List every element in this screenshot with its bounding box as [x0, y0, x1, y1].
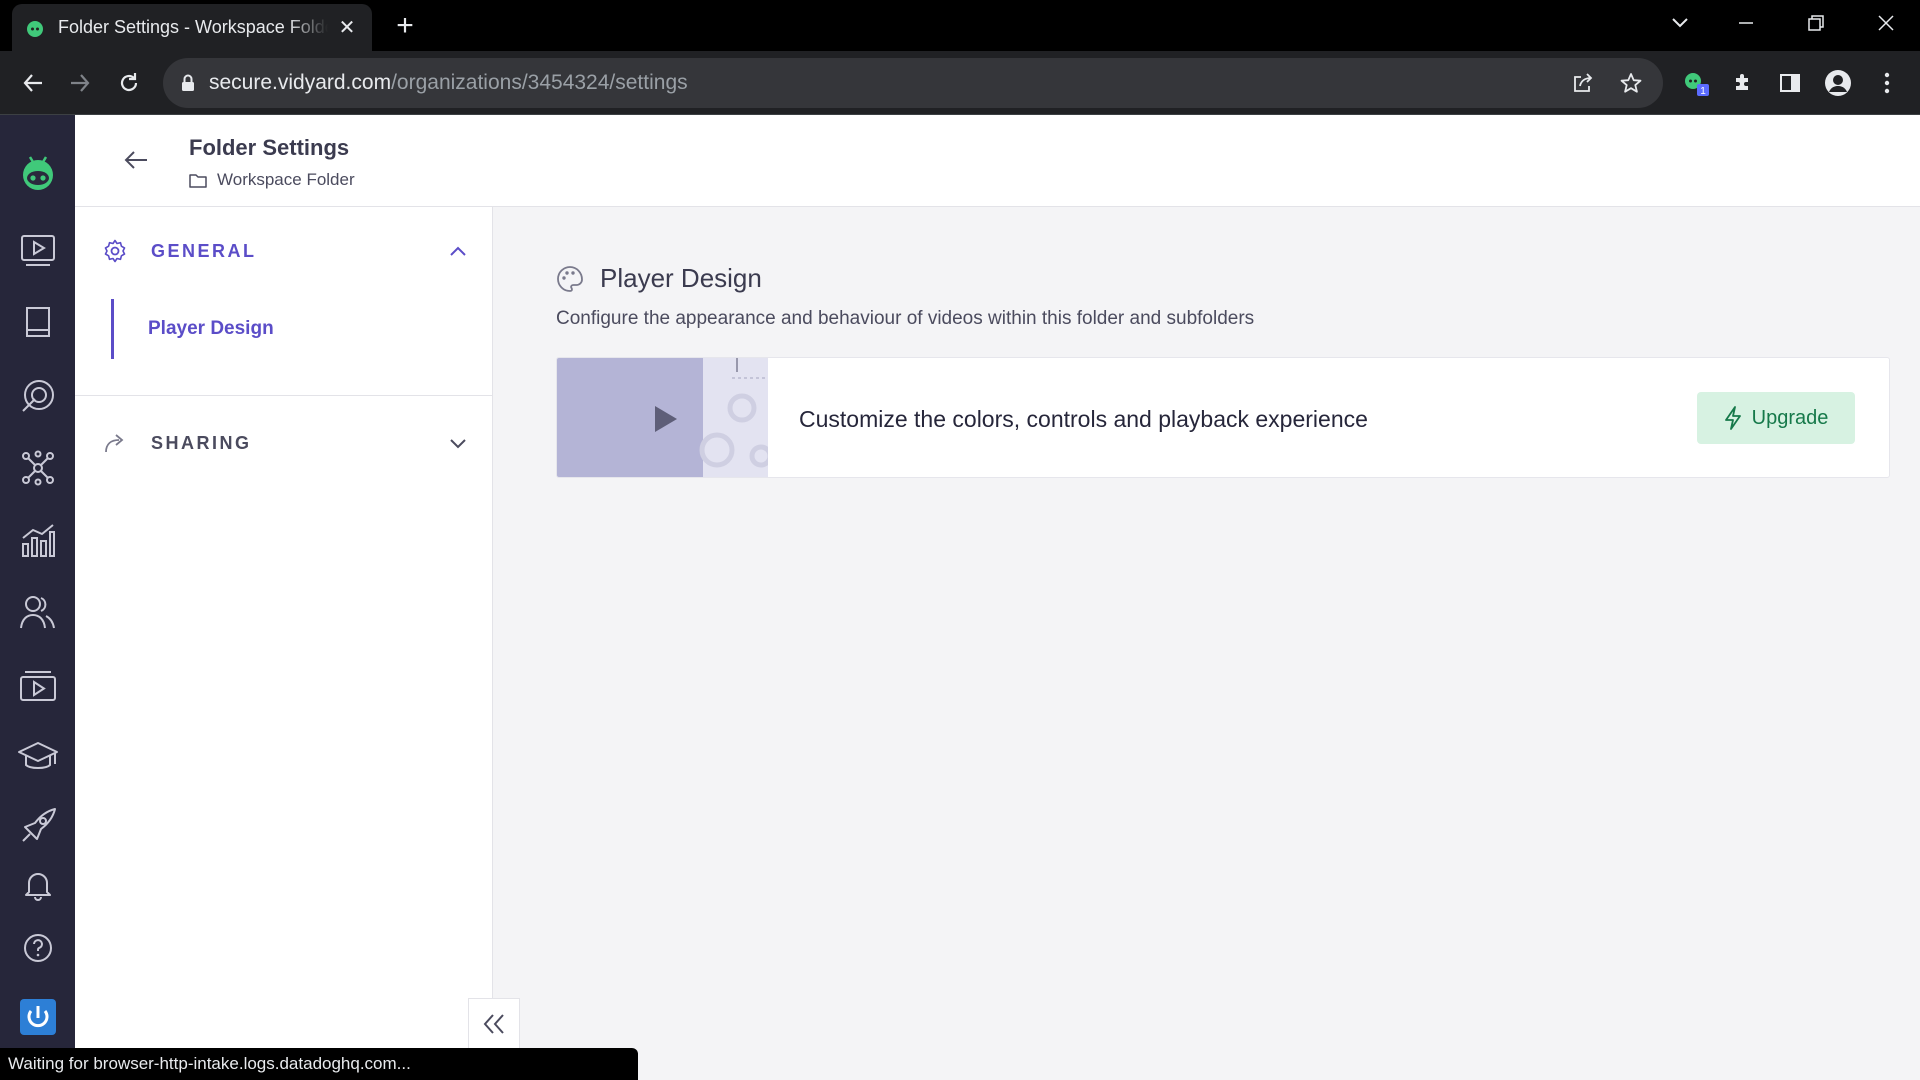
browser-toolbar: secure.vidyard.com/organizations/3454324…	[0, 51, 1920, 115]
forward-icon[interactable]	[62, 65, 98, 101]
extension-badge: 1	[1700, 86, 1706, 97]
vidyard-extension-icon[interactable]: 1	[1678, 65, 1714, 101]
page-header: Folder Settings Workspace Folder	[75, 115, 1920, 207]
general-section-label: GENERAL	[151, 240, 257, 261]
bookmark-star-icon[interactable]	[1614, 66, 1648, 100]
section-description: Configure the appearance and behaviour o…	[556, 308, 1255, 329]
address-bar[interactable]: secure.vidyard.com/organizations/3454324…	[163, 58, 1663, 108]
player-design-upsell-card: Customize the colors, controls and playb…	[556, 357, 1890, 478]
integrations-icon[interactable]	[0, 443, 75, 493]
extensions-puzzle-icon[interactable]	[1725, 65, 1761, 101]
settings-nav: GENERAL Player Design SHARING	[75, 207, 493, 1080]
share-icon[interactable]	[1566, 66, 1600, 100]
vidyard-logo-icon[interactable]	[0, 144, 75, 200]
breadcrumb-folder-name: Workspace Folder	[217, 170, 355, 189]
help-icon[interactable]	[0, 923, 75, 973]
share-arrow-icon	[103, 432, 127, 454]
url-host: secure.vidyard.com	[209, 71, 392, 94]
learn-icon[interactable]	[0, 732, 75, 782]
chevron-up-icon[interactable]	[449, 245, 467, 257]
close-window-icon[interactable]	[1868, 8, 1904, 38]
browser-status-bar: Waiting for browser-http-intake.logs.dat…	[0, 1048, 638, 1080]
vidyard-favicon-icon	[27, 20, 43, 37]
lightning-bolt-icon	[1724, 406, 1741, 430]
upgrade-button-label: Upgrade	[1751, 406, 1829, 429]
general-section-header[interactable]: GENERAL	[75, 226, 493, 276]
restore-window-icon[interactable]	[1798, 8, 1834, 38]
account-power-icon[interactable]	[0, 992, 75, 1042]
notifications-icon[interactable]	[0, 860, 75, 910]
tab-title: Folder Settings - Workspace Folder	[58, 17, 328, 37]
app-nav-rail	[0, 115, 75, 1080]
channels-icon[interactable]	[0, 661, 75, 711]
palette-icon	[556, 265, 584, 293]
videos-icon[interactable]	[0, 226, 75, 276]
url-path: /organizations/3454324/settings	[391, 71, 688, 94]
lock-icon[interactable]	[181, 74, 195, 92]
contacts-icon[interactable]	[0, 587, 75, 637]
new-tab-button[interactable]: +	[390, 11, 420, 42]
chevron-down-icon[interactable]	[449, 437, 467, 449]
profile-avatar-icon[interactable]	[1820, 65, 1856, 101]
upgrade-button[interactable]: Upgrade	[1697, 392, 1855, 444]
sharing-section-header[interactable]: SHARING	[75, 418, 493, 468]
side-panel-icon[interactable]	[1772, 65, 1808, 101]
main-content: Player Design Configure the appearance a…	[494, 207, 1920, 1080]
sharing-section-label: SHARING	[151, 432, 252, 453]
insights-icon[interactable]	[0, 371, 75, 421]
browser-menu-icon[interactable]	[1869, 65, 1905, 101]
nav-item-player-design[interactable]: Player Design	[111, 299, 274, 359]
gear-icon	[103, 239, 127, 263]
page-title: Folder Settings	[189, 135, 350, 160]
back-icon[interactable]	[15, 65, 51, 101]
tab-search-icon[interactable]	[1662, 8, 1698, 38]
analytics-icon[interactable]	[0, 515, 75, 565]
back-arrow-icon[interactable]	[121, 145, 151, 175]
minimize-window-icon[interactable]	[1728, 8, 1764, 38]
section-title-text: Player Design	[600, 263, 762, 293]
browser-tab-strip: Folder Settings - Workspace Folder ✕ +	[0, 0, 1920, 51]
player-preview-thumbnail	[557, 358, 768, 477]
launch-icon[interactable]	[0, 801, 75, 851]
reload-icon[interactable]	[111, 65, 147, 101]
nav-divider	[75, 395, 493, 396]
upsell-text: Customize the colors, controls and playb…	[799, 406, 1368, 432]
folder-icon	[189, 173, 207, 188]
section-title: Player Design	[556, 263, 762, 294]
breadcrumb[interactable]: Workspace Folder	[189, 170, 355, 190]
url-text: secure.vidyard.com/organizations/3454324…	[209, 71, 688, 95]
tab-close-icon[interactable]: ✕	[336, 15, 358, 40]
browser-tab[interactable]: Folder Settings - Workspace Folder ✕	[12, 4, 372, 51]
library-icon[interactable]	[0, 298, 75, 348]
